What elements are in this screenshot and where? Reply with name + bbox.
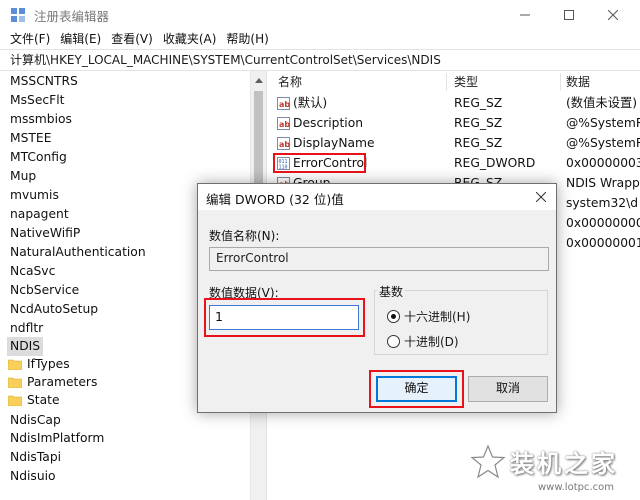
registry-editor-window: 注册表编辑器 文件(F) 编辑(E) 查看(V) 收藏夹(A) 帮助(H) 计算… [0, 0, 640, 500]
value-name-field: ErrorControl [209, 247, 549, 271]
tree-item[interactable]: Ndisuio [10, 467, 56, 486]
tree-item[interactable]: NcdAutoSetup [10, 300, 98, 319]
value-data: (数值未设置) [566, 96, 638, 110]
column-divider[interactable] [560, 73, 561, 91]
menu-edit[interactable]: 编辑(E) [60, 30, 101, 47]
folder-icon [8, 359, 22, 370]
hex-radio-label: 十六进制(H) [404, 310, 471, 324]
value-data: 0x00000003 [566, 156, 640, 170]
tree-child-label: IfTypes [27, 357, 70, 371]
tree-item[interactable]: mvumis [10, 186, 59, 205]
folder-icon [8, 395, 22, 406]
watermark-text: 装机之家 [510, 450, 618, 478]
tree-item[interactable]: NaturalAuthentication [10, 243, 146, 262]
hex-radio-option[interactable]: 十六进制(H) [387, 308, 470, 325]
scroll-up-icon[interactable] [255, 77, 263, 83]
cancel-button[interactable]: 取消 [468, 376, 548, 402]
title-bar: 注册表编辑器 [0, 0, 640, 29]
value-name[interactable]: Description [293, 113, 363, 133]
tree-item[interactable]: NdisCap [10, 411, 61, 430]
value-data: NDIS Wrapp [566, 176, 640, 190]
tree-item[interactable]: NdisTapi [10, 448, 61, 467]
tree-child-label: Parameters [27, 375, 98, 389]
value-name[interactable]: (默认) [293, 93, 327, 113]
close-icon [608, 9, 618, 20]
edit-dword-dialog: 编辑 DWORD (32 位)值 数值名称(N): ErrorControl 数… [197, 183, 557, 413]
svg-text:ab: ab [279, 120, 290, 129]
value-data: 0x00000000 [566, 216, 640, 230]
tree-item[interactable]: mssmbios [10, 110, 72, 129]
dialog-title: 编辑 DWORD (32 位)值 [206, 192, 344, 207]
tree-item[interactable]: Mup [10, 167, 36, 186]
folder-icon [8, 377, 22, 388]
tree-item[interactable]: MSTEE [10, 129, 51, 148]
minimize-icon [520, 14, 530, 15]
menu-view[interactable]: 查看(V) [111, 30, 153, 47]
value-type: REG_SZ [454, 96, 503, 110]
value-data: @%SystemRo [566, 136, 640, 150]
column-header-data[interactable]: 数据 [566, 72, 590, 92]
value-name-label: 数值名称(N): [209, 229, 280, 243]
tree-item[interactable]: MsSecFlt [10, 91, 64, 110]
tree-item[interactable]: NcbService [10, 281, 79, 300]
hex-radio[interactable] [387, 310, 400, 323]
menu-bar: 文件(F) 编辑(E) 查看(V) 收藏夹(A) 帮助(H) [0, 29, 640, 47]
value-data: system32\d [566, 196, 639, 210]
minimize-button[interactable] [502, 0, 548, 29]
base-group-title: 基数 [377, 283, 406, 300]
tree-child-item[interactable]: State [8, 391, 60, 410]
value-data: @%SystemRo [566, 116, 640, 130]
close-icon [536, 192, 546, 202]
highlight-errorcontrol [273, 153, 366, 173]
string-value-icon: ab [277, 97, 290, 110]
maximize-button[interactable] [546, 0, 592, 29]
tree-item[interactable]: napagent [10, 205, 69, 224]
string-value-icon: ab [277, 137, 290, 150]
value-data: 0x00000001 [566, 236, 640, 250]
watermark-url: www.lotpc.com [538, 482, 614, 493]
dec-radio[interactable] [387, 335, 400, 348]
dec-radio-label: 十进制(D) [404, 335, 459, 349]
column-header-type[interactable]: 类型 [454, 72, 478, 92]
svg-text:ab: ab [279, 140, 290, 149]
star-logo-icon [470, 444, 506, 479]
tree-item[interactable]: NcaSvc [10, 262, 55, 281]
dialog-title-bar: 编辑 DWORD (32 位)值 [198, 184, 556, 210]
tree-item[interactable]: MSSCNTRS [10, 72, 78, 91]
tree-child-item[interactable]: IfTypes [8, 355, 70, 374]
address-bar[interactable]: 计算机\HKEY_LOCAL_MACHINE\SYSTEM\CurrentCon… [0, 49, 640, 71]
dialog-close-button[interactable] [526, 184, 556, 210]
tree-child-label: State [27, 393, 60, 407]
tree-item[interactable]: NativeWifiP [10, 224, 80, 243]
value-type: REG_SZ [454, 116, 503, 130]
tree-child-item[interactable]: Parameters [8, 373, 97, 392]
window-title: 注册表编辑器 [34, 9, 110, 24]
highlight-ok-button [369, 370, 464, 408]
value-type: REG_SZ [454, 136, 503, 150]
tree-item[interactable]: NdisImPlatform [10, 429, 104, 448]
tree-item[interactable]: ndfltr [10, 319, 43, 338]
tree-item-selected[interactable]: NDIS [7, 337, 44, 356]
menu-favorites[interactable]: 收藏夹(A) [163, 30, 217, 47]
menu-file[interactable]: 文件(F) [10, 30, 50, 47]
value-type: REG_DWORD [454, 156, 536, 170]
column-header-name[interactable]: 名称 [278, 72, 302, 92]
maximize-icon [564, 9, 574, 20]
close-window-button[interactable] [590, 0, 636, 29]
column-divider[interactable] [446, 73, 447, 91]
watermark: 装机之家 www.lotpc.com [470, 440, 640, 500]
svg-text:ab: ab [279, 100, 290, 109]
dec-radio-option[interactable]: 十进制(D) [387, 333, 459, 350]
value-name[interactable]: DisplayName [293, 133, 375, 153]
highlight-value-data [204, 298, 365, 337]
tree-item[interactable]: MTConfig [10, 148, 67, 167]
menu-help[interactable]: 帮助(H) [226, 30, 268, 47]
string-value-icon: ab [277, 117, 290, 130]
registry-icon [11, 8, 25, 22]
